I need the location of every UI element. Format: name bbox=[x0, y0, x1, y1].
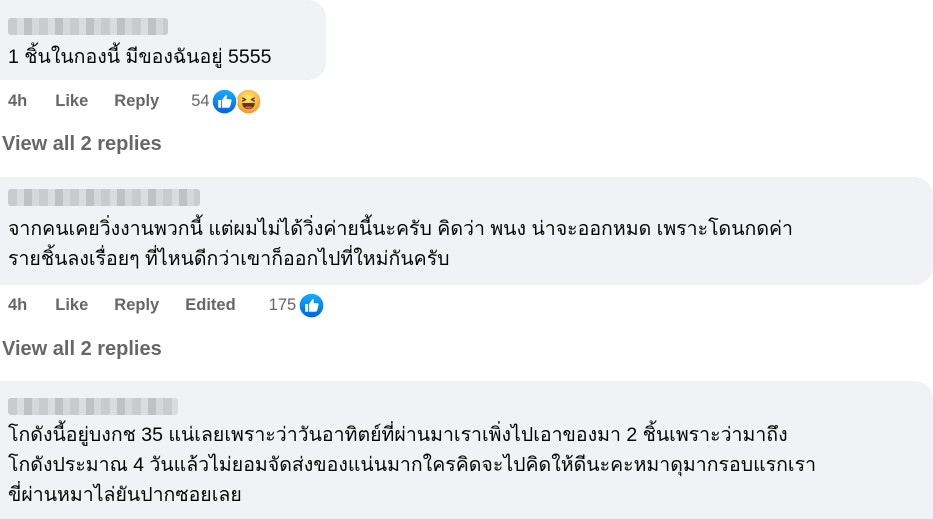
reply-button[interactable]: Reply bbox=[114, 296, 159, 315]
haha-icon[interactable] bbox=[235, 88, 262, 115]
view-replies-link[interactable]: View all 2 replies bbox=[2, 338, 162, 361]
comment-text-line: ขี่ผ่านหมาไล่ยันปากซอยเลย bbox=[8, 484, 242, 506]
reply-button[interactable]: Reply bbox=[114, 92, 159, 111]
like-icon[interactable] bbox=[211, 88, 238, 115]
comment-time[interactable]: 4h bbox=[8, 296, 27, 315]
comment-text-line: 1 ชิ้นในกองนี้ มีของฉันอยู่ 5555 bbox=[8, 46, 272, 68]
comment-text-line: โกดังประมาณ 4 วันแล้วไม่ยอมจัดส่งของแน่น… bbox=[8, 454, 817, 476]
comment-actions: 4h Like Reply 54 bbox=[8, 89, 262, 113]
comment-text-line: จากคนเคยวิ่งงานพวกนี้ แต่ผมไม่ได้วิ่งค่า… bbox=[8, 218, 793, 240]
comment-text: จากคนเคยวิ่งงานพวกนี้ แต่ผมไม่ได้วิ่งค่า… bbox=[8, 214, 793, 274]
commenter-name-blurred[interactable] bbox=[8, 189, 200, 206]
like-button[interactable]: Like bbox=[55, 296, 88, 315]
like-button[interactable]: Like bbox=[55, 92, 88, 111]
reaction-count[interactable]: 175 bbox=[269, 296, 297, 315]
comment-text: 1 ชิ้นในกองนี้ มีของฉันอยู่ 5555 bbox=[8, 42, 271, 72]
comment-text: โกดังนี้อยู่บงกช 35 แน่เลยเพราะว่าวันอาท… bbox=[8, 420, 816, 510]
view-replies-link[interactable]: View all 2 replies bbox=[2, 133, 162, 156]
comment-bubble: จากคนเคยวิ่งงานพวกนี้ แต่ผมไม่ได้วิ่งค่า… bbox=[0, 177, 933, 285]
comment-bubble: โกดังนี้อยู่บงกช 35 แน่เลยเพราะว่าวันอาท… bbox=[0, 381, 933, 519]
reaction-count[interactable]: 54 bbox=[191, 92, 209, 111]
commenter-name-blurred[interactable] bbox=[8, 18, 168, 35]
commenter-name-blurred[interactable] bbox=[8, 398, 178, 415]
edited-label[interactable]: Edited bbox=[185, 296, 235, 315]
comment-text-line: รายชิ้นลงเรื่อยๆ ที่ไหนดีกว่าเขาก็ออกไปท… bbox=[8, 248, 450, 270]
comment-actions: 4h Like Reply Edited 175 bbox=[8, 293, 325, 317]
comment-text-line: โกดังนี้อยู่บงกช 35 แน่เลยเพราะว่าวันอาท… bbox=[8, 424, 788, 446]
like-icon[interactable] bbox=[298, 292, 325, 319]
comment-bubble: 1 ชิ้นในกองนี้ มีของฉันอยู่ 5555 bbox=[0, 0, 326, 80]
comment-time[interactable]: 4h bbox=[8, 92, 27, 111]
